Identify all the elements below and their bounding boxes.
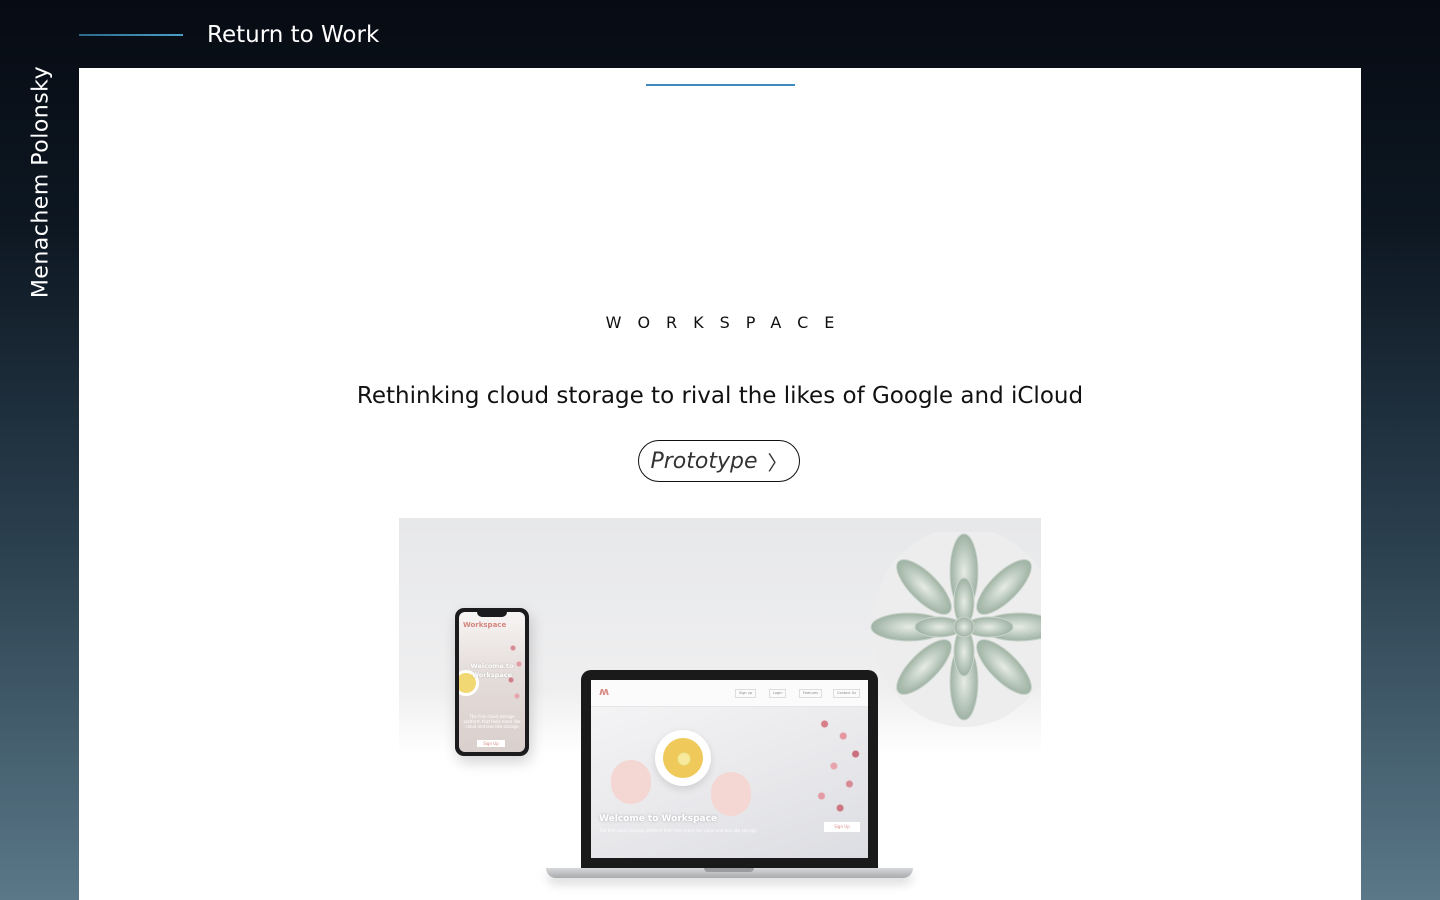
project-mockup-image: Workspace Welcome to Workspace The first… [399, 518, 1041, 900]
laptop-base-notch [704, 868, 754, 872]
laptop-nav-login: Login [769, 689, 787, 698]
phone-app-title: Workspace [463, 621, 507, 629]
project-headline: Rethinking cloud storage to rival the li… [356, 383, 1084, 409]
laptop-topbar: ʍ Sign up Login Features Contact Us [591, 680, 868, 707]
succulent-plant-illustration [870, 532, 1041, 727]
laptop-hero-title: Welcome to Workspace [599, 814, 718, 824]
content-panel: WORKSPACE Rethinking cloud storage to ri… [79, 68, 1361, 900]
workspace-logo-icon: ʍ [599, 685, 610, 698]
chevron-right-icon: 〉 [767, 450, 788, 475]
return-to-work-link[interactable]: Return to Work [207, 22, 379, 48]
phone-welcome-text: Welcome to Workspace [470, 662, 514, 679]
phone-body-text: The first cloud storage platform that fe… [463, 714, 521, 729]
phone-screen: Workspace Welcome to Workspace The first… [459, 612, 525, 752]
phone-notch [477, 612, 507, 617]
phone-signup-button: Sign Up [477, 740, 505, 747]
laptop-nav-features: Features [799, 689, 823, 698]
lemon-slice [677, 752, 691, 766]
project-eyebrow: WORKSPACE [605, 313, 851, 332]
phone-mockup: Workspace Welcome to Workspace The first… [455, 608, 529, 756]
panel-accent-underline [646, 84, 795, 86]
laptop-signup-button: Sign Up [824, 822, 860, 832]
laptop-screen: ʍ Sign up Login Features Contact Us Welc… [591, 680, 868, 858]
laptop-hand-left [611, 760, 651, 804]
tea [663, 738, 703, 778]
laptop-hero-subtitle: The first cloud storage platform that fe… [599, 828, 757, 833]
laptop-tea-cup [655, 730, 711, 786]
laptop-nav-contact: Contact Us [833, 689, 861, 698]
laptop-nav-signup: Sign up [735, 689, 757, 698]
vertical-name[interactable]: Menachem Polonsky [29, 66, 54, 298]
laptop-mockup: ʍ Sign up Login Features Contact Us Welc… [581, 670, 878, 868]
top-accent-line [79, 34, 183, 36]
laptop-flowers [806, 706, 868, 826]
laptop-base [546, 868, 913, 878]
prototype-label: Prototype [650, 448, 758, 474]
laptop-hand-right [711, 772, 751, 816]
prototype-button[interactable]: Prototype 〉 [638, 440, 800, 482]
